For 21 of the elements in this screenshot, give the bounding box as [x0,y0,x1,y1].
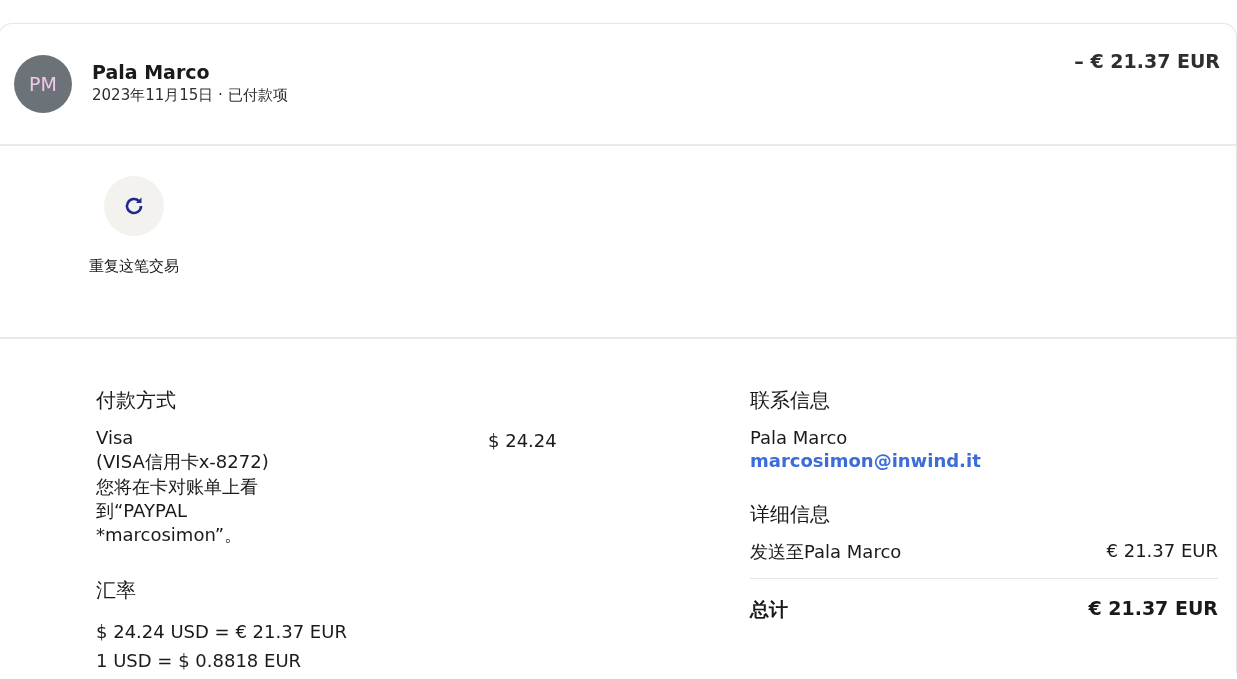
statement-note: 您将在卡对账单上看到“PAYPAL *marcosimon”。 [96,474,259,548]
transaction-date-status: 2023年11月15日 · 已付款项 [92,86,289,105]
payee-name: Pala Marco [92,61,211,83]
exchange-rate: 1 USD = $ 0.8818 EUR [96,648,303,673]
email-link[interactable]: marcosimon@inwind.it [750,450,1218,472]
contact-name: Pala Marco [750,426,849,450]
payment-method: Visa [96,426,135,450]
detail-value: € 21.37 EUR [1106,540,1218,564]
total-value: € 21.37 EUR [1088,597,1218,622]
payment-amount: $ 24.24 [488,430,558,453]
section-heading: 汇率 [96,577,137,605]
section-heading: 联系信息 [750,387,831,414]
detail-label: 发送至Pala Marco [750,540,902,565]
exchange-rate: $ 24.24 USD = € 21.37 EUR [96,620,348,645]
total-label: 总计 [750,597,788,623]
repeat-label[interactable]: 重复这笔交易 [87,256,181,278]
card-info: (VISA信用卡x-8272) [96,450,270,475]
avatar: PM [14,55,72,113]
transaction-amount: – € 21.37 EUR [1074,50,1220,72]
section-heading: 详细信息 [750,502,830,527]
section-heading: 付款方式 [96,387,177,414]
